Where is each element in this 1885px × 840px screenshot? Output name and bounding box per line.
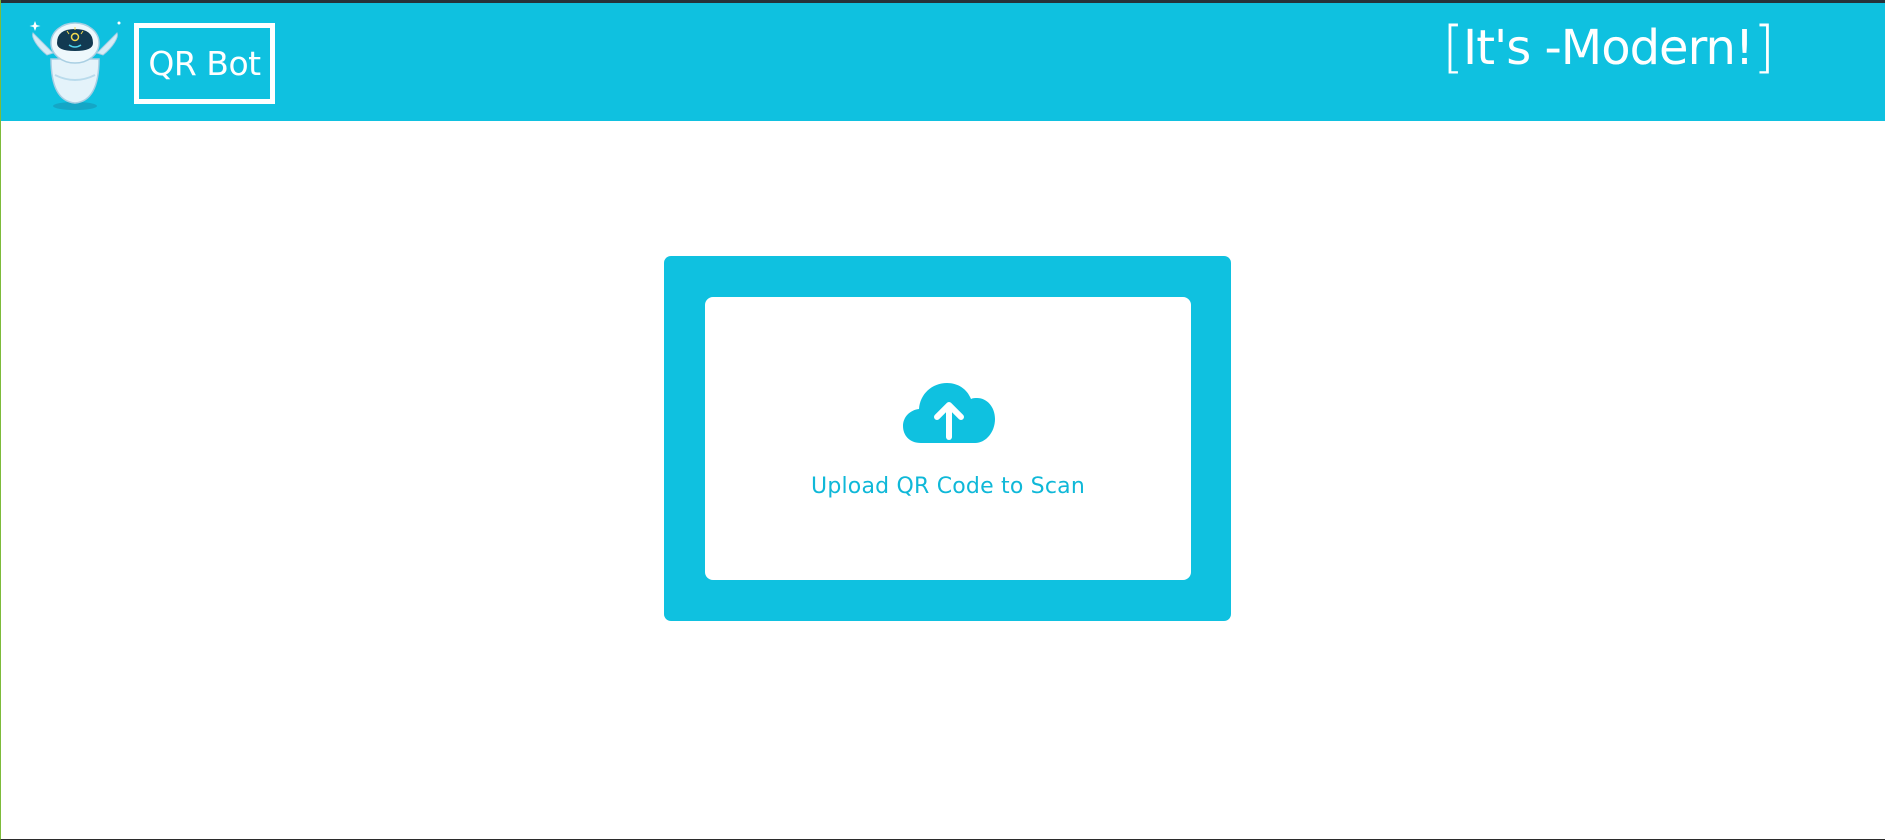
cloud-upload-icon: [903, 383, 995, 443]
tagline-open-bracket: [: [1442, 15, 1464, 80]
upload-panel: Upload QR Code to Scan: [664, 256, 1231, 621]
tagline-close-bracket: ]: [1753, 15, 1775, 80]
upload-dropzone[interactable]: Upload QR Code to Scan: [705, 297, 1191, 580]
brand-name: QR Bot: [148, 44, 261, 83]
upload-label: Upload QR Code to Scan: [811, 474, 1085, 499]
brand-logo[interactable]: QR Bot: [134, 23, 275, 104]
tagline: [ It's -Modern! ]: [1442, 15, 1775, 80]
robot-mascot-icon: [29, 21, 121, 110]
app-header: QR Bot [ It's -Modern! ]: [1, 3, 1885, 121]
tagline-text: It's -Modern!: [1463, 20, 1754, 76]
app-page: QR Bot [ It's -Modern! ] Upload QR Code …: [0, 0, 1885, 840]
